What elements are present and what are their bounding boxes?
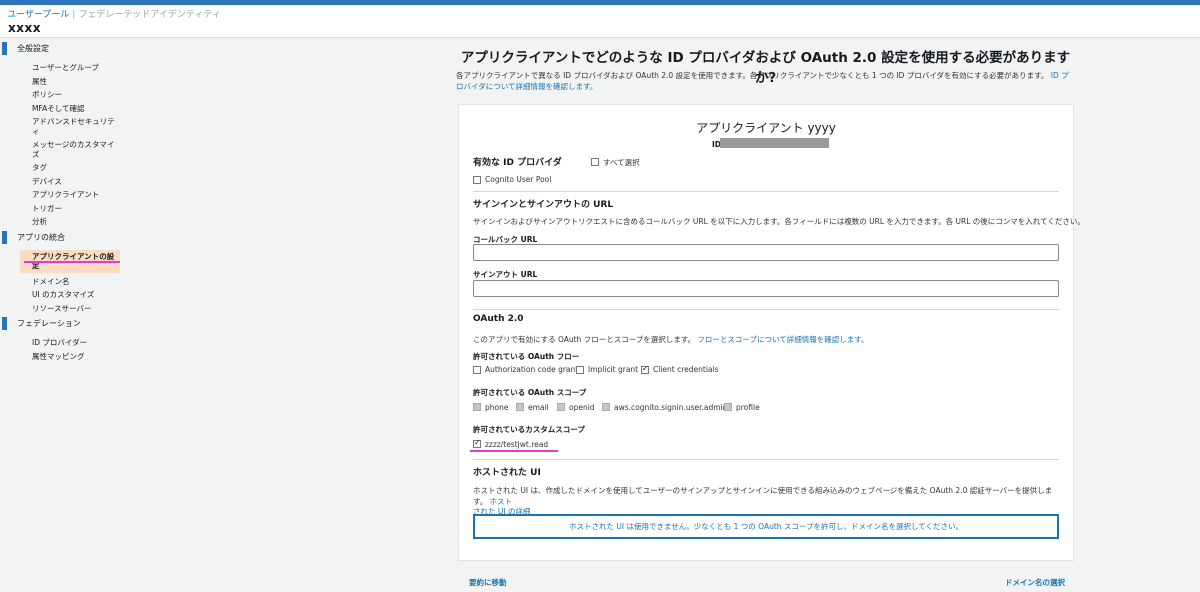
scope-email-checkbox[interactable] [516,403,524,411]
client-credentials-label: Client credentials [653,365,719,374]
scope-phone-label: phone [485,403,509,412]
sidebar-section-federation[interactable]: フェデレーション [0,317,135,330]
oauth-scopes-heading: 許可されている OAuth スコープ [473,388,587,397]
idp-heading: 有効な ID プロバイダ [473,158,562,168]
sidebar-section-general[interactable]: 全般設定 [0,42,135,55]
choose-domain-name-link[interactable]: ドメイン名の選択 [1005,577,1065,588]
signout-url-input[interactable] [473,280,1059,297]
section-marker [2,42,7,55]
sidebar-item-domain-name[interactable]: ドメイン名 [0,277,135,287]
cognito-user-pool-checkbox[interactable] [473,176,481,184]
divider [473,191,1059,192]
tab-federated-identities[interactable]: フェデレーテッドアイデンティティ [78,10,220,20]
scope-aws-admin-checkbox[interactable] [602,403,610,411]
sidebar-section-app-integration[interactable]: アプリの統合 [0,230,135,244]
authorization-code-grant-label: Authorization code grant [485,365,579,374]
hosted-ui-unavailable-alert: ホストされた UI は使用できません。少なくとも 1 つの OAuth スコープ… [473,514,1059,539]
highlight-underline-custom-scope [470,450,558,452]
hosted-ui-link-part1[interactable]: ホスト [490,497,513,506]
pool-name: xxxx [8,21,41,35]
sidebar-item-resource-servers[interactable]: リソースサーバー [0,304,135,314]
hosted-ui-heading: ホストされた UI [473,468,541,478]
scope-openid-label: openid [569,403,595,412]
sidebar-item-attribute-mapping[interactable]: 属性マッピング [0,352,135,362]
custom-scope-checkbox[interactable] [473,438,481,448]
sidebar-item-policies[interactable]: ポリシー [0,90,135,100]
custom-scope-label: zzzz/testjwt.read [485,440,549,449]
sidebar-item-analytics[interactable]: 分析 [0,217,135,227]
select-all-checkbox[interactable] [591,158,599,166]
tab-user-pools[interactable]: ユーザープール [7,10,69,20]
intro-text: 各アプリクライアントで異なる ID プロバイダおよび OAuth 2.0 設定を… [456,70,1076,92]
sidebar-item-advanced-security[interactable]: アドバンスドセキュリティ [0,117,135,136]
divider [473,309,1059,310]
tab-separator: | [72,10,76,20]
urls-heading: サインインとサインアウトの URL [473,200,614,210]
section-label: アプリの統合 [17,232,65,242]
select-all-label: すべて選択 [603,158,640,167]
callback-url-input[interactable] [473,244,1059,261]
header: ユーザープール | フェデレーテッドアイデンティティ xxxx [0,5,1200,38]
top-tabs: ユーザープール | フェデレーテッドアイデンティティ [7,7,221,20]
hosted-ui-description: ホストされた UI は、作成したドメインを使用してユーザーのサインアップとサイン… [473,486,1059,518]
intro-body: 各アプリクライアントで異なる ID プロバイダおよび OAuth 2.0 設定を… [456,71,1049,80]
custom-scopes-heading: 許可されているカスタムスコープ [473,425,585,434]
implicit-grant-checkbox[interactable] [576,366,584,374]
client-credentials-checkbox[interactable] [641,364,649,374]
scope-aws-admin-label: aws.cognito.signin.user.admin [614,403,728,412]
scope-openid-checkbox[interactable] [557,403,565,411]
oauth-description: このアプリで有効にする OAuth フローとスコープを選択します。 フローとスコ… [473,334,868,345]
sidebar-item-identity-providers[interactable]: ID プロバイダー [0,338,135,348]
scope-phone-checkbox[interactable] [473,403,481,411]
go-to-summary-link[interactable]: 要約に移動 [469,577,507,588]
sidebar-item-triggers[interactable]: トリガー [0,204,135,214]
scope-profile-checkbox[interactable] [724,403,732,411]
client-name: アプリクライアント yyyy [696,121,836,135]
oauth-flows-heading: 許可されている OAuth フロー [473,352,580,361]
sidebar-item-tags[interactable]: タグ [0,163,135,173]
section-marker [2,230,7,244]
section-label: 全般設定 [17,44,49,53]
app-client-card: アプリクライアント yyyy ID 有効な ID プロバイダ すべて選択 Cog… [458,104,1085,561]
implicit-grant-label: Implicit grant [588,365,639,374]
urls-description: サインインおよびサインアウトリクエストに含めるコールバック URL を以下に入力… [473,217,1085,226]
oauth-description-text: このアプリで有効にする OAuth フローとスコープを選択します。 [473,335,695,344]
sidebar-item-message-customizations[interactable]: メッセージのカスタマイズ [0,140,135,159]
sidebar-item-ui-customization[interactable]: UI のカスタマイズ [0,290,135,300]
signout-url-label: サインアウト URL [473,270,538,279]
oauth-heading: OAuth 2.0 [473,314,524,324]
hosted-ui-description-text: ホストされた UI は、作成したドメインを使用してユーザーのサインアップとサイン… [473,486,1053,506]
cognito-user-pool-label: Cognito User Pool [485,175,552,184]
sidebar-item-devices[interactable]: デバイス [0,177,135,187]
sidebar-item-mfa[interactable]: MFAそして確認 [0,104,135,114]
sidebar-item-app-clients[interactable]: アプリクライアント [0,190,135,200]
section-marker [2,317,7,330]
sidebar-item-attributes[interactable]: 属性 [0,77,135,87]
authorization-code-grant-checkbox[interactable] [473,366,481,374]
client-id-redacted [720,138,829,148]
oauth-description-link[interactable]: フローとスコープについて詳細情報を確認します。 [697,335,868,344]
highlight-underline-sidebar [24,261,120,263]
sidebar-item-users-groups[interactable]: ユーザーとグループ [0,63,135,73]
sidebar: 全般設定 ユーザーとグループ 属性 ポリシー MFAそして確認 アドバンスドセキ… [0,42,135,592]
scope-profile-label: profile [736,403,760,412]
divider [473,459,1059,460]
scope-email-label: email [528,403,549,412]
section-label: フェデレーション [17,319,81,328]
